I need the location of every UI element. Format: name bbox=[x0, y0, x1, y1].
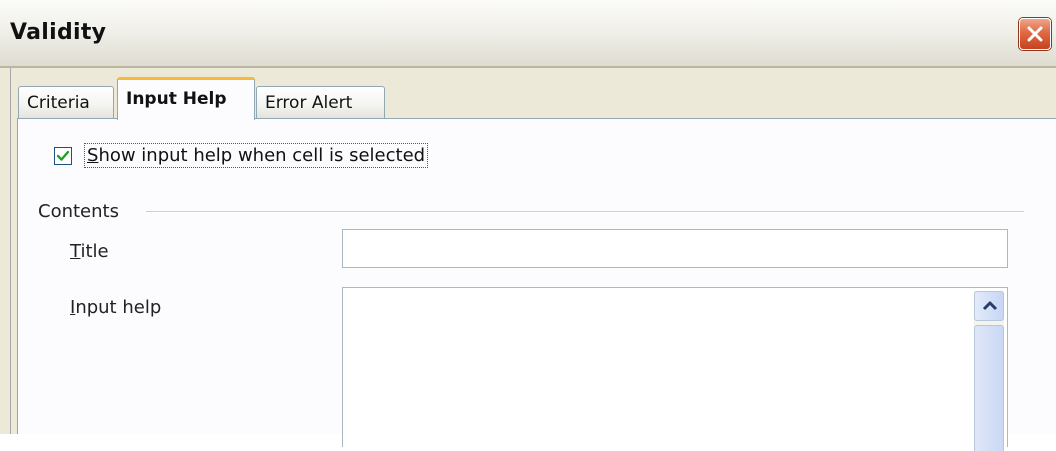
title-label-rest: itle bbox=[80, 241, 109, 262]
tab-input-help-label: Input Help bbox=[126, 89, 227, 109]
input-help-label: Input help bbox=[70, 297, 161, 318]
scroll-up-button[interactable] bbox=[974, 291, 1004, 321]
tab-criteria-label: Criteria bbox=[27, 93, 90, 113]
tab-criteria[interactable]: Criteria bbox=[18, 86, 114, 119]
scroll-thumb[interactable] bbox=[974, 325, 1004, 451]
input-help-panel: Show input help when cell is selected Co… bbox=[17, 118, 1056, 451]
title-mnemonic: T bbox=[70, 241, 81, 262]
contents-group-title: Contents bbox=[38, 201, 119, 222]
title-bar[interactable]: Validity bbox=[0, 0, 1056, 68]
checkmark-icon bbox=[56, 150, 70, 161]
input-help-scrollbar[interactable] bbox=[974, 291, 1004, 451]
close-icon bbox=[1027, 26, 1043, 42]
show-label-rest: how input help when cell is selected bbox=[98, 145, 426, 166]
validity-dialog: Validity Criteria Input Help Error Alert… bbox=[0, 0, 1056, 451]
tab-error-alert-label: Error Alert bbox=[265, 93, 353, 113]
chevron-up-icon bbox=[982, 301, 998, 311]
title-label: Title bbox=[70, 241, 109, 262]
input-help-textarea[interactable] bbox=[342, 287, 1008, 451]
contents-divider bbox=[146, 211, 1024, 213]
show-mnemonic: S bbox=[87, 145, 99, 166]
show-input-help-label[interactable]: Show input help when cell is selected bbox=[84, 143, 429, 168]
tab-error-alert[interactable]: Error Alert bbox=[256, 86, 385, 119]
dialog-title: Validity bbox=[10, 20, 107, 45]
title-input[interactable] bbox=[342, 229, 1008, 268]
close-button[interactable] bbox=[1019, 18, 1051, 50]
show-input-help-checkbox[interactable] bbox=[54, 147, 72, 165]
tab-input-help[interactable]: Input Help bbox=[117, 77, 255, 120]
input-help-label-rest: nput help bbox=[75, 297, 162, 318]
